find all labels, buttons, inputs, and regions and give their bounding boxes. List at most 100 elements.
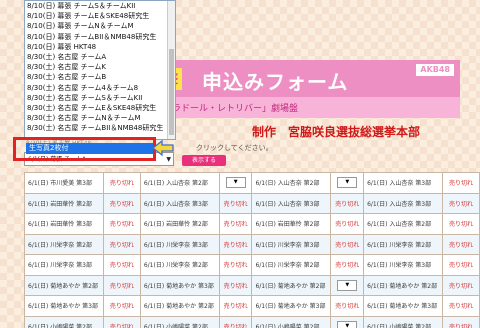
dropdown-option[interactable]: 8/10(日) 幕張 チームE＆SKE48研究生 xyxy=(25,11,175,21)
slot-name: 6/1(日) 小嶋陽菜 第2部 xyxy=(139,315,220,328)
table-row: 6/1(日) 川栄李奈 第3部 売り切れ 6/1(日) 川栄李奈 第2部 売り切れ 6/… xyxy=(24,254,480,276)
slot-name: 6/1(日) 菊地あやか 第2部 xyxy=(139,295,220,317)
slot-name: 6/1(日) 入山杏奈 第2部 xyxy=(251,172,332,194)
sold-out-label: 売り切れ xyxy=(102,315,141,328)
sold-out-label: 売り切れ xyxy=(102,172,141,194)
slot-name: 6/1(日) 入山杏奈 第3部 xyxy=(139,192,220,214)
quantity-cell: ▼ xyxy=(218,172,253,194)
dropdown-option[interactable]: 8/10(日) 幕張 チームS＆チームKII xyxy=(25,1,175,11)
slot-table: 6/1(日) 市川愛美 第3部 売り切れ 6/1(日) 入山杏奈 第2部 ▼ 6/1(日… xyxy=(24,172,480,328)
slot-name: 6/1(日) 岩田華怜 第3部 xyxy=(24,213,104,235)
sold-out-label: 売り切れ xyxy=(442,213,480,235)
slot-name: 6/1(日) 菊地あやか 第2部 xyxy=(363,274,444,296)
table-row: 6/1(日) 菊地あやか 第2部 売り切れ 6/1(日) 菊地あやか 第3部 売り切れ… xyxy=(24,274,480,296)
sold-out-label: 売り切れ xyxy=(330,233,365,255)
slot-name: 6/1(日) 岩田華怜 第2部 xyxy=(139,213,220,235)
slot-name: 6/1(日) 小嶋陽菜 第2部 xyxy=(251,315,332,328)
quantity-cell: ▼ xyxy=(330,315,365,328)
sold-out-label: 売り切れ xyxy=(102,295,141,317)
slot-name: 6/1(日) 菊地あやか 第3部 xyxy=(139,274,220,296)
sold-out-label: 売り切れ xyxy=(102,254,141,276)
quantity-cell: ▼ xyxy=(330,172,365,194)
banner-subtitle-band: ラドール・レトリバー」劇場盤 xyxy=(160,97,460,118)
sold-out-label: 売り切れ xyxy=(442,192,480,214)
slot-name: 6/1(日) 川栄李奈 第3部 xyxy=(363,254,444,276)
pointer-arrow-icon xyxy=(152,140,174,156)
slot-name: 6/1(日) 川栄李奈 第2部 xyxy=(363,233,444,255)
dropdown-option[interactable]: 8/30(土) 名古屋 チームN＆チームM xyxy=(25,113,175,123)
sold-out-label: 売り切れ xyxy=(218,213,253,235)
dropdown-option[interactable]: 8/30(土) 名古屋 チーム4＆チーム8 xyxy=(25,83,175,93)
slot-name: 6/1(日) 入山杏奈 第3部 xyxy=(251,192,332,214)
form-title: 申込みフォーム xyxy=(202,70,349,94)
slot-name: 6/1(日) 岩田華怜 第2部 xyxy=(251,213,332,235)
sold-out-label: 売り切れ xyxy=(442,254,480,276)
slot-name: 6/1(日) 菊地あやか 第2部 xyxy=(24,274,104,296)
sold-out-label: 売り切れ xyxy=(330,213,365,235)
slot-name: 6/1(日) 菊地あやか 第2部 xyxy=(251,274,332,296)
table-row: 6/1(日) 川栄李奈 第2部 売り切れ 6/1(日) 川栄李奈 第3部 売り切れ 6/… xyxy=(24,233,480,255)
slot-name: 6/1(日) 川栄李奈 第2部 xyxy=(139,254,220,276)
sold-out-label: 売り切れ xyxy=(442,315,480,328)
dropdown-option[interactable]: 8/30(土) 名古屋 チームS＆チームKII xyxy=(25,93,175,103)
sold-out-label: 売り切れ xyxy=(330,254,365,276)
sold-out-label: 売り切れ xyxy=(330,192,365,214)
scrollbar-thumb[interactable] xyxy=(169,49,174,135)
slot-name: 6/1(日) 川栄李奈 第3部 xyxy=(24,254,104,276)
sold-out-label: 売り切れ xyxy=(102,233,141,255)
slot-name: 6/1(日) 市川愛美 第3部 xyxy=(24,172,104,194)
slot-name: 6/1(日) 菊地あやか 第3部 xyxy=(363,295,444,317)
red-highlight-box xyxy=(13,137,156,161)
banner-subtitle: ラドール・レトリバー」劇場盤 xyxy=(172,104,299,114)
sold-out-label: 売り切れ xyxy=(102,192,141,214)
slot-name: 6/1(日) 川栄李奈 第3部 xyxy=(139,233,220,255)
slot-name: 6/1(日) 岩田華怜 第2部 xyxy=(24,192,104,214)
slot-name: 6/1(日) 小嶋陽菜 第2部 xyxy=(24,315,104,328)
dropdown-option[interactable]: 8/10(日) 幕張 HKT48 xyxy=(25,42,175,52)
dropdown-option[interactable]: 8/30(土) 名古屋 チームE＆SKE48研究生 xyxy=(25,103,175,113)
quantity-select[interactable]: ▼ xyxy=(337,320,358,328)
sold-out-label: 売り切れ xyxy=(218,315,253,328)
table-row: 6/1(日) 岩田華怜 第3部 売り切れ 6/1(日) 岩田華怜 第2部 売り切れ 6/… xyxy=(24,213,480,235)
slot-name: 6/1(日) 小嶋陽菜 第2部 xyxy=(363,315,444,328)
sold-out-label: 売り切れ xyxy=(218,295,253,317)
dropdown-option[interactable]: 8/30(土) 名古屋 チームB xyxy=(25,72,175,82)
quantity-cell: ▼ xyxy=(330,274,365,296)
dropdown-option[interactable]: 8/10(日) 幕張 チームN＆チームM xyxy=(25,21,175,31)
quantity-select[interactable]: ▼ xyxy=(337,177,358,189)
sold-out-label: 売り切れ xyxy=(330,295,365,317)
dropdown-option[interactable]: 8/30(土) 名古屋 チームBII＆NMB48研究生 xyxy=(25,123,175,133)
dropdown-option[interactable]: 8/30(土) 名古屋 チームK xyxy=(25,62,175,72)
sold-out-label: 売り切れ xyxy=(218,192,253,214)
slot-name: 6/1(日) 川栄李奈 第2部 xyxy=(24,233,104,255)
slot-name: 6/1(日) 入山杏奈 第3部 xyxy=(363,172,444,194)
page-background: 盤 申込みフォーム AKB48 ラドール・レトリバー」劇場盤 制作 宮脇咲良選抜… xyxy=(0,0,480,328)
instruction-text: クリックしてください。 xyxy=(196,144,273,152)
event-dropdown-list[interactable]: 8/10(日) 幕張 チームS＆チームKII 8/10(日) 幕張 チームE＆SK… xyxy=(24,0,176,140)
table-row: 6/1(日) 菊地あやか 第3部 売り切れ 6/1(日) 菊地あやか 第2部 売り切れ… xyxy=(24,295,480,317)
quantity-select[interactable]: ▼ xyxy=(337,279,358,291)
sold-out-label: 売り切れ xyxy=(442,295,480,317)
table-row: 6/1(日) 小嶋陽菜 第2部 売り切れ 6/1(日) 小嶋陽菜 第2部 売り切れ 6/… xyxy=(24,315,480,328)
slot-name: 6/1(日) 川栄李奈 第2部 xyxy=(251,254,332,276)
slot-name: 6/1(日) 川栄李奈 第3部 xyxy=(251,233,332,255)
sold-out-label: 売り切れ xyxy=(218,274,253,296)
dropdown-option[interactable]: 8/30(土) 名古屋 チームA xyxy=(25,52,175,62)
slot-name: 6/1(日) 入山杏奈 第3部 xyxy=(363,192,444,214)
akb48-logo: AKB48 xyxy=(416,64,454,76)
dropdown-scrollbar[interactable] xyxy=(167,1,175,139)
sold-out-label: 売り切れ xyxy=(442,274,480,296)
sold-out-label: 売り切れ xyxy=(218,254,253,276)
sold-out-label: 売り切れ xyxy=(102,274,141,296)
table-row: 6/1(日) 市川愛美 第3部 売り切れ 6/1(日) 入山杏奈 第2部 ▼ 6/1(日… xyxy=(24,172,480,194)
show-button[interactable]: 表示する xyxy=(182,155,226,166)
table-row: 6/1(日) 岩田華怜 第2部 売り切れ 6/1(日) 入山杏奈 第3部 売り切れ 6/… xyxy=(24,192,480,214)
slot-name: 6/1(日) 入山杏奈 第2部 xyxy=(139,172,220,194)
dropdown-option[interactable]: 8/10(日) 幕張 チームBII＆NMB48研究生 xyxy=(25,32,175,42)
slot-name: 6/1(日) 菊地あやか 第3部 xyxy=(251,295,332,317)
sold-out-label: 売り切れ xyxy=(442,233,480,255)
sold-out-label: 売り切れ xyxy=(218,233,253,255)
sold-out-label: 売り切れ xyxy=(102,213,141,235)
quantity-select[interactable]: ▼ xyxy=(225,177,246,189)
slot-name: 6/1(日) 入山杏奈 第2部 xyxy=(363,213,444,235)
